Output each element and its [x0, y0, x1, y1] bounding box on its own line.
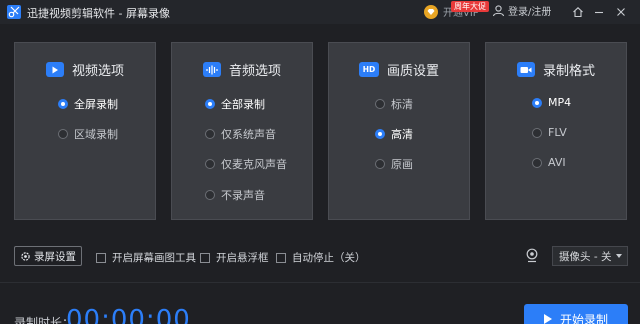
radio: [532, 127, 542, 138]
radio: [205, 190, 215, 200]
checkbox: [276, 252, 286, 263]
option-mp4[interactable]: MP4: [532, 96, 571, 109]
card-header: 录制格式: [486, 60, 626, 79]
radio: [375, 159, 385, 169]
checkbox-label: 开启悬浮框: [216, 252, 269, 264]
option-label: 全屏录制: [74, 98, 118, 111]
card-title: 录制格式: [542, 64, 595, 79]
option-label: FLV: [548, 126, 567, 139]
play-icon: [543, 314, 552, 324]
duration-timer: 00:00:00: [66, 305, 191, 324]
option-label: 全部录制: [221, 98, 265, 111]
option-label: 仅麦克风声音: [221, 158, 287, 171]
option-label: 原画: [391, 158, 413, 171]
option-avi[interactable]: AVI: [532, 156, 566, 169]
promo-badge: 周年大促: [451, 1, 489, 12]
radio-selected: [532, 97, 542, 108]
option-fullscreen[interactable]: 全屏录制: [58, 96, 118, 112]
draw-tool-checkbox[interactable]: 开启屏幕画图工具: [96, 250, 196, 265]
option-no-audio[interactable]: 不录声音: [205, 187, 265, 203]
option-label: MP4: [548, 96, 572, 109]
home-button[interactable]: [569, 3, 587, 21]
video-options-card: 视频选项 全屏录制 区域录制: [14, 42, 156, 220]
diamond-icon: [424, 4, 438, 19]
login-label: 登录/注册: [508, 7, 552, 18]
radio: [532, 157, 542, 168]
camera-select-value: 摄像头 - 关: [559, 250, 612, 263]
app-logo-icon: [7, 5, 21, 19]
camera-select[interactable]: 摄像头 - 关: [552, 246, 628, 266]
option-system-audio[interactable]: 仅系统声音: [205, 126, 276, 142]
radio: [375, 99, 385, 109]
option-high[interactable]: 高清: [375, 126, 413, 142]
window-title: 迅捷视频剪辑软件 - 屏幕录像: [27, 7, 170, 20]
radio-selected: [205, 99, 215, 109]
checkbox-label: 自动停止（关）: [292, 252, 366, 264]
video-icon: [45, 62, 64, 77]
title-bar: 迅捷视频剪辑软件 - 屏幕录像 开通VIP 周年大促 登录/注册: [0, 0, 640, 24]
audio-options-card: 音频选项 全部录制 仅系统声音 仅麦克风声音 不录声音: [171, 42, 313, 220]
option-region[interactable]: 区域录制: [58, 126, 118, 142]
card-header: 音频选项: [172, 60, 312, 79]
radio: [205, 129, 215, 139]
minimize-icon: [595, 11, 603, 14]
option-flv[interactable]: FLV: [532, 126, 567, 139]
card-title: 音频选项: [228, 64, 281, 79]
radio: [58, 129, 68, 139]
option-label: 仅系统声音: [221, 128, 276, 141]
audio-wave-icon: [202, 62, 221, 77]
option-standard[interactable]: 标清: [375, 96, 413, 112]
vip-button[interactable]: 开通VIP 周年大促: [423, 1, 489, 20]
option-label: 区域录制: [74, 128, 118, 141]
option-all-audio[interactable]: 全部录制: [205, 96, 265, 112]
webcam-icon: [526, 248, 538, 263]
checkbox-label: 开启屏幕画图工具: [112, 252, 196, 264]
chevron-down-icon: [616, 254, 622, 258]
option-label: 不录声音: [221, 189, 265, 202]
option-mic-audio[interactable]: 仅麦克风声音: [205, 156, 287, 172]
close-icon: [617, 8, 625, 16]
duration-label: 录制时长：: [14, 316, 75, 324]
user-icon: [492, 5, 505, 17]
card-header: 视频选项: [15, 60, 155, 79]
hd-icon: HD: [358, 62, 379, 77]
option-original[interactable]: 原画: [375, 156, 413, 172]
divider: [0, 282, 640, 283]
close-button[interactable]: [612, 3, 630, 21]
login-button[interactable]: 登录/注册: [492, 3, 551, 18]
card-title: 视频选项: [71, 64, 124, 79]
minimize-button[interactable]: [590, 3, 608, 21]
camera-icon: [516, 62, 535, 77]
auto-stop-checkbox[interactable]: 自动停止（关）: [276, 250, 366, 265]
record-settings-button[interactable]: 录屏设置: [14, 246, 82, 266]
radio-selected: [58, 99, 68, 109]
start-label: 开始录制: [559, 312, 608, 324]
quality-settings-card: HD 画质设置 标清 高清 原画: [328, 42, 470, 220]
settings-label: 录屏设置: [34, 250, 76, 263]
start-record-button[interactable]: 开始录制: [524, 304, 628, 324]
card-header: HD 画质设置: [329, 60, 469, 79]
radio-selected: [375, 129, 385, 139]
option-label: AVI: [548, 156, 566, 169]
card-title: 画质设置: [386, 64, 439, 79]
option-label: 标清: [391, 98, 413, 111]
home-icon: [573, 7, 583, 18]
radio: [205, 159, 215, 169]
record-format-card: 录制格式 MP4 FLV AVI: [485, 42, 627, 220]
checkbox: [200, 252, 210, 263]
option-label: 高清: [391, 128, 413, 141]
gear-icon: [21, 251, 30, 261]
float-frame-checkbox[interactable]: 开启悬浮框: [200, 250, 269, 265]
checkbox: [96, 252, 106, 263]
